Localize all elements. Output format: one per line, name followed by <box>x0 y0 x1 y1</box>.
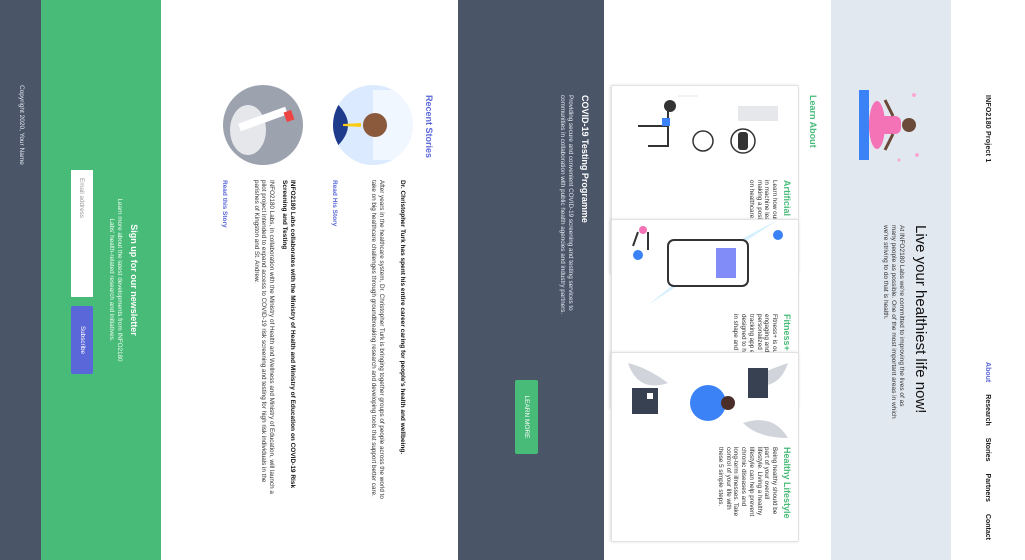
email-input[interactable] <box>71 170 93 297</box>
phone-screen-shape <box>716 248 736 278</box>
nav-link-contact[interactable]: Contact <box>985 514 992 540</box>
meditation-illustration <box>859 90 919 162</box>
nav-link-partners[interactable]: Partners <box>985 474 992 502</box>
read-story-link[interactable]: Read this Story <box>221 180 228 228</box>
person-head-shape <box>664 100 676 112</box>
viewport: INFO2180 Project 1 About Research Storie… <box>0 0 1025 560</box>
nav-link-about[interactable]: About <box>985 362 992 382</box>
copyright-text: Copyright 2020, Your Name <box>18 85 25 165</box>
learn-more-button[interactable]: LEARN MORE <box>515 380 538 454</box>
fitness-illustration <box>632 220 783 305</box>
covid-text: Providing secure and convenient COVID-19… <box>559 95 574 315</box>
learn-heading: Learn About <box>808 95 818 148</box>
robot-body-shape <box>692 130 714 152</box>
subscribe-button[interactable]: Subscribe <box>71 306 93 374</box>
newsletter-section: Sign up for our newsletter Learn more ab… <box>41 0 161 560</box>
leaf-shape <box>628 363 668 386</box>
site-header: INFO2180 Project 1 About Research Storie… <box>951 0 1025 560</box>
sparkle-dot <box>897 158 901 162</box>
card-healthy-lifestyle[interactable]: Healthy Lifestyle Being healthy should b… <box>611 352 799 542</box>
hero-text: At INFO2180 Labs we're committed to impr… <box>882 225 905 419</box>
runner-head-shape <box>639 226 647 234</box>
person-shirt-shape <box>662 118 670 126</box>
story-title: INFO2180 Labs collaborates with the Mini… <box>281 180 296 489</box>
card-title: Healthy Lifestyle <box>782 447 792 519</box>
lifestyle-illustration <box>628 363 788 438</box>
recent-stories-section: Recent Stories Dr. Christopher Turk has … <box>161 0 458 560</box>
runner-shape <box>632 231 649 250</box>
torso-shape <box>879 116 901 134</box>
test-tube-photo <box>223 85 303 165</box>
head-shape <box>902 118 916 132</box>
glove-shape <box>230 105 266 155</box>
stories-heading: Recent Stories <box>424 95 434 159</box>
story-title: Dr. Christopher Turk has spent his entir… <box>399 180 406 455</box>
robot-visor-shape <box>738 132 748 150</box>
newsletter-text: Learn more about the latest developments… <box>108 198 123 362</box>
main-nav: About Research Stories Partners Contact <box>985 362 992 540</box>
nav-link-research[interactable]: Research <box>985 394 992 426</box>
lab-test-graphic <box>223 85 303 165</box>
ball-shape <box>633 250 643 260</box>
covid-heading: COVID-19 Testing Programme <box>580 95 590 223</box>
mat-shape <box>859 90 869 160</box>
story-text: After years in the healthcare system, Dr… <box>370 180 385 499</box>
nav-link-stories[interactable]: Stories <box>985 438 992 462</box>
hero-title: Live your healthiest life now! <box>912 225 929 414</box>
sparkle-dot <box>915 153 919 157</box>
face-shape <box>363 113 387 137</box>
panel-shape <box>738 106 778 121</box>
newsletter-heading: Sign up for our newsletter <box>129 224 139 336</box>
read-story-link[interactable]: Read His Story <box>331 180 338 226</box>
box-detail <box>647 393 653 399</box>
site-footer: Copyright 2020, Your Name <box>0 0 41 560</box>
sparkle-dot <box>912 93 916 97</box>
brand-logo-text[interactable]: INFO2180 Project 1 <box>985 95 992 162</box>
ai-illustration <box>638 95 778 154</box>
covid-section: COVID-19 Testing Programme Providing sec… <box>458 0 604 560</box>
ball-shape <box>773 230 783 240</box>
card-text: Being healthy should be part of your ove… <box>717 447 778 517</box>
hero-section: Live your healthiest life now! At INFO21… <box>831 0 951 560</box>
box-shape <box>632 388 658 414</box>
story-text: INFO2180 Labs, in collaboration with the… <box>252 180 275 494</box>
page: INFO2180 Project 1 About Research Storie… <box>0 0 1025 560</box>
leaf-shape <box>743 420 788 438</box>
screen-shape <box>748 368 768 398</box>
doctor-photo <box>333 85 413 165</box>
person-body-shape <box>690 385 726 421</box>
person-head-shape <box>721 396 735 410</box>
learn-about-section: Learn About Artificial Intelligence Lear… <box>604 0 831 560</box>
doctor-portrait-graphic <box>333 85 413 165</box>
